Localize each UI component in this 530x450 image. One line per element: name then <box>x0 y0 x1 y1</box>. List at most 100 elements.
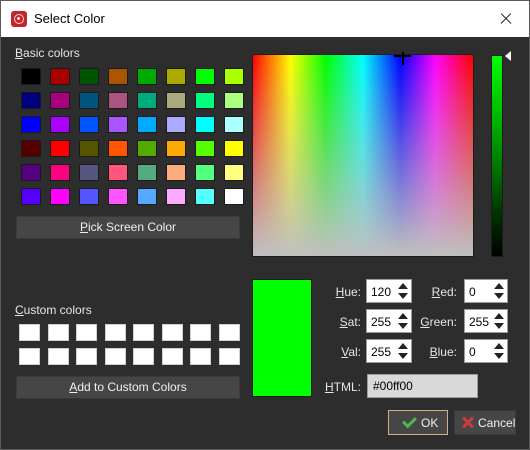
basic-color-swatch[interactable] <box>195 164 215 181</box>
custom-color-swatch[interactable] <box>162 324 183 341</box>
val-value: 255 <box>371 345 392 359</box>
ok-button[interactable]: OK <box>388 410 448 435</box>
value-slider[interactable] <box>491 55 503 257</box>
basic-color-swatch[interactable] <box>79 92 99 109</box>
basic-color-swatch[interactable] <box>79 116 99 133</box>
basic-color-swatch[interactable] <box>50 164 70 181</box>
red-up-arrow-icon[interactable] <box>493 281 505 291</box>
basic-color-swatch[interactable] <box>137 116 157 133</box>
basic-color-swatch[interactable] <box>195 116 215 133</box>
basic-color-swatch[interactable] <box>50 116 70 133</box>
blue-label-text: Blue: <box>429 345 457 359</box>
blue-down-arrow-icon[interactable] <box>493 351 505 361</box>
sat-spinbox[interactable]: 255 <box>366 309 412 333</box>
add-to-custom-colors-label: Add to Custom Colors <box>69 380 187 394</box>
close-button[interactable] <box>483 1 529 37</box>
custom-color-swatch[interactable] <box>219 324 240 341</box>
custom-color-swatch[interactable] <box>76 348 97 365</box>
basic-color-swatch[interactable] <box>21 92 41 109</box>
red-down-arrow-icon[interactable] <box>493 291 505 301</box>
basic-color-swatch[interactable] <box>79 188 99 205</box>
basic-color-swatch[interactable] <box>50 188 70 205</box>
basic-color-swatch[interactable] <box>166 68 186 85</box>
basic-color-swatch[interactable] <box>108 164 128 181</box>
blue-up-arrow-icon[interactable] <box>493 341 505 351</box>
hue-saturation-picker[interactable] <box>252 52 474 257</box>
custom-color-swatch[interactable] <box>133 348 154 365</box>
basic-color-swatch[interactable] <box>224 188 244 205</box>
basic-color-swatch[interactable] <box>166 92 186 109</box>
green-up-arrow-icon[interactable] <box>493 311 505 321</box>
html-hex-input[interactable] <box>367 374 478 398</box>
sat-up-arrow-icon[interactable] <box>397 311 409 321</box>
basic-color-swatch[interactable] <box>137 92 157 109</box>
pick-screen-color-button[interactable]: Pick Screen Color <box>16 216 240 239</box>
green-label: Green: <box>415 315 457 329</box>
val-down-arrow-icon[interactable] <box>397 351 409 361</box>
basic-color-swatch[interactable] <box>224 140 244 157</box>
basic-color-swatch[interactable] <box>224 68 244 85</box>
basic-color-swatch[interactable] <box>195 68 215 85</box>
cancel-button[interactable]: Cancel <box>454 410 516 435</box>
basic-color-swatch[interactable] <box>21 116 41 133</box>
custom-color-swatch[interactable] <box>19 348 40 365</box>
val-label: Val: <box>323 345 361 359</box>
basic-color-swatch[interactable] <box>224 116 244 133</box>
add-to-custom-colors-button[interactable]: Add to Custom Colors <box>16 376 240 399</box>
basic-color-swatch[interactable] <box>50 68 70 85</box>
val-spinbox[interactable]: 255 <box>366 339 412 363</box>
basic-color-swatch[interactable] <box>108 116 128 133</box>
red-spinbox[interactable]: 0 <box>464 279 508 303</box>
basic-color-swatch[interactable] <box>137 164 157 181</box>
basic-color-swatch[interactable] <box>195 92 215 109</box>
green-down-arrow-icon[interactable] <box>493 321 505 331</box>
basic-color-swatch[interactable] <box>108 188 128 205</box>
hue-down-arrow-icon[interactable] <box>397 291 409 301</box>
basic-color-swatch[interactable] <box>50 92 70 109</box>
basic-color-swatch[interactable] <box>108 140 128 157</box>
custom-color-swatch[interactable] <box>105 324 126 341</box>
sat-label: Sat: <box>323 315 361 329</box>
val-up-arrow-icon[interactable] <box>397 341 409 351</box>
basic-color-swatch[interactable] <box>137 188 157 205</box>
basic-color-swatch[interactable] <box>166 164 186 181</box>
custom-color-swatch[interactable] <box>162 348 183 365</box>
basic-color-swatch[interactable] <box>224 92 244 109</box>
basic-color-swatch[interactable] <box>21 68 41 85</box>
green-spinbox[interactable]: 255 <box>464 309 508 333</box>
basic-color-swatch[interactable] <box>195 188 215 205</box>
value-slider-arrow-icon[interactable] <box>505 51 511 61</box>
custom-color-swatch[interactable] <box>48 348 69 365</box>
basic-color-swatch[interactable] <box>108 68 128 85</box>
basic-color-swatch[interactable] <box>21 188 41 205</box>
custom-color-swatch[interactable] <box>105 348 126 365</box>
custom-color-swatch[interactable] <box>133 324 154 341</box>
blue-spinbox[interactable]: 0 <box>464 339 508 363</box>
custom-color-swatch[interactable] <box>48 324 69 341</box>
hue-up-arrow-icon[interactable] <box>397 281 409 291</box>
basic-color-swatch[interactable] <box>195 140 215 157</box>
basic-color-swatch[interactable] <box>79 164 99 181</box>
custom-color-swatch[interactable] <box>219 348 240 365</box>
hue-label: Hue: <box>323 285 361 299</box>
red-label: Red: <box>415 285 457 299</box>
crosshair-cursor[interactable] <box>394 52 411 65</box>
basic-color-swatch[interactable] <box>79 68 99 85</box>
custom-color-swatch[interactable] <box>190 348 211 365</box>
sat-down-arrow-icon[interactable] <box>397 321 409 331</box>
basic-color-swatch[interactable] <box>224 164 244 181</box>
basic-color-swatch[interactable] <box>137 68 157 85</box>
basic-color-swatch[interactable] <box>21 164 41 181</box>
basic-color-swatch[interactable] <box>166 188 186 205</box>
basic-color-swatch[interactable] <box>21 140 41 157</box>
hue-spinbox[interactable]: 120 <box>366 279 412 303</box>
custom-color-swatch[interactable] <box>76 324 97 341</box>
basic-color-swatch[interactable] <box>108 92 128 109</box>
custom-color-swatch[interactable] <box>19 324 40 341</box>
basic-color-swatch[interactable] <box>166 140 186 157</box>
basic-color-swatch[interactable] <box>50 140 70 157</box>
basic-color-swatch[interactable] <box>137 140 157 157</box>
basic-color-swatch[interactable] <box>166 116 186 133</box>
custom-color-swatch[interactable] <box>190 324 211 341</box>
basic-color-swatch[interactable] <box>79 140 99 157</box>
